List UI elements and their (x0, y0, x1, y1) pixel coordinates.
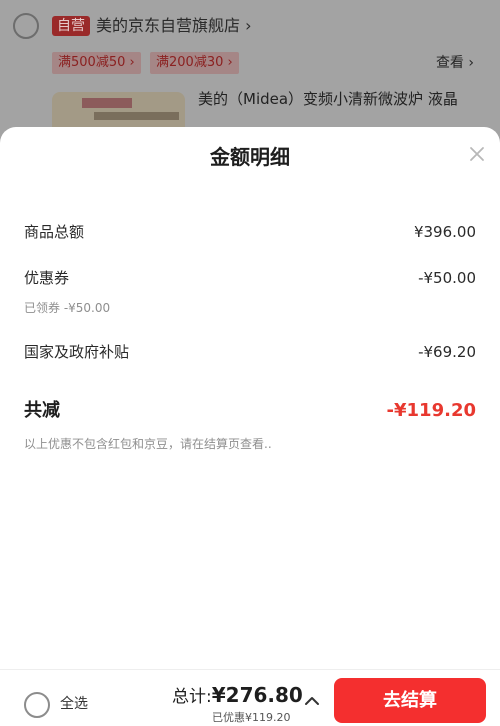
store-select-radio[interactable] (13, 13, 39, 39)
row-label-coupon: 优惠券 (24, 269, 70, 287)
discount-note: 以上优惠不包含红包和京豆，请在结算页查看.. (24, 437, 272, 451)
row-value-subsidy: -¥69.20 (418, 343, 476, 361)
row-label-goods-total: 商品总额 (24, 223, 85, 241)
total-prefix: 总计: (172, 687, 212, 707)
self-operated-badge: 自营 (52, 16, 90, 36)
close-icon[interactable] (468, 145, 486, 163)
store-name-link[interactable]: 美的京东自营旗舰店 › (96, 14, 252, 38)
row-value-coupon: -¥50.00 (418, 269, 476, 287)
product-title[interactable]: 美的（Midea）变频小清新微波炉 液晶 (198, 88, 458, 110)
promo-tag-1[interactable]: 满500减50 › (52, 52, 141, 74)
row-value-goods-total: ¥396.00 (413, 223, 476, 241)
promo-tag-2[interactable]: 满200减30 › (150, 52, 239, 74)
select-all-label[interactable]: 全选 (60, 694, 88, 714)
row-label-subsidy: 国家及政府补贴 (24, 343, 130, 361)
amount-detail-sheet: 金额明细 商品总额 ¥396.00 优惠券 -¥50.00 已领券 -¥50.0… (0, 127, 500, 726)
saved-amount: 已优惠¥119.20 (212, 711, 291, 724)
total-discount-label: 共减 (24, 400, 60, 421)
total-amount: ¥276.80 (211, 683, 303, 707)
sheet-title: 金额明细 (210, 145, 290, 169)
total-discount-value: -¥119.20 (386, 400, 476, 421)
select-all-radio[interactable] (24, 692, 50, 718)
checkout-button[interactable]: 去结算 (334, 678, 486, 723)
checkout-bar: 全选 总计:¥276.80 已优惠¥119.20 去结算 (0, 669, 500, 726)
total-price: 总计:¥276.80 (172, 682, 303, 710)
coupon-sub-label: 已领券 -¥50.00 (24, 301, 111, 315)
chevron-up-icon[interactable] (304, 692, 320, 705)
view-link[interactable]: 查看 › (436, 52, 474, 74)
